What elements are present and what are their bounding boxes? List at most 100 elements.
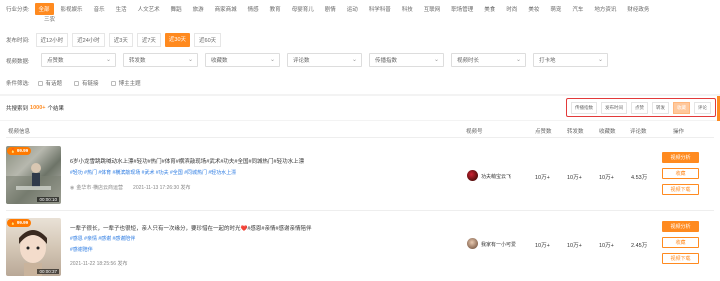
checkbox-icon[interactable] [37, 80, 43, 86]
condition-options: 有话题 有链接 博主主题 [37, 79, 153, 87]
industry-chip[interactable]: 时尚 [502, 3, 521, 15]
filter-select-label: 转发数 [129, 58, 146, 64]
video-title[interactable]: 6岁小龙雪跳跳喊动水上漂#轻功#热门#体育#横滨敲现场#武术#功夫#全国#同城热… [70, 157, 304, 165]
sort-button[interactable]: 收藏 [673, 101, 690, 114]
video-title[interactable]: 一辈子很长，一辈子也很短，亲人只有一次缘分，要珍惜在一起的时光❤️#感恩#亲情#… [70, 224, 312, 232]
time-chip[interactable]: 近24小时 [72, 33, 105, 47]
time-chips: 近12小时 近24小时 近3天 近7天 近30天 近60天 [35, 33, 226, 47]
time-chip[interactable]: 近60天 [194, 33, 222, 47]
video-date: 2021-11-13 17:26:30 发布 [133, 185, 191, 191]
industry-chip[interactable]: 教育 [266, 3, 285, 15]
video-date: 2021-11-22 18:25:56 发布 [70, 261, 128, 267]
industry-chip[interactable]: 人文艺术 [134, 3, 164, 15]
industry-chip[interactable]: 旅游 [189, 3, 208, 15]
industry-chip[interactable]: 生活 [112, 3, 131, 15]
account-name[interactable]: 我家有一小可爱 [481, 241, 516, 248]
video-tags[interactable]: #轻功 #热门 #体育 #横滨敲现场 #武术 #功夫 #全国 #同城热门 #轻功… [70, 169, 236, 176]
analyze-button[interactable]: 视频分析 [662, 221, 699, 232]
filter-select[interactable]: 评论数 ⌄ [287, 53, 362, 67]
analyze-button[interactable]: 视频分析 [662, 152, 699, 163]
results-suffix: 个结果 [47, 106, 64, 112]
industry-chip[interactable]: 剧情 [321, 3, 340, 15]
condition-option[interactable]: 博主主题 [110, 79, 141, 87]
filter-select[interactable]: 视频时长 ⌄ [451, 53, 526, 67]
sort-button[interactable]: 传播指数 [571, 101, 597, 114]
filter-select-label: 打卡地 [539, 58, 556, 64]
video-thumbnail[interactable]: 🔥 99.99 00:00:10 [6, 146, 61, 204]
th-actions: 操作 [673, 129, 685, 135]
industry-chip[interactable]: 母婴育儿 [288, 3, 318, 15]
industry-chip[interactable]: 科学科普 [365, 3, 395, 15]
industry-row2: 三农 [41, 14, 63, 24]
industry-chip[interactable]: 运动 [343, 3, 362, 15]
chevron-down-icon: ⌄ [105, 57, 111, 63]
filter-select[interactable]: 点赞数 ⌄ [41, 53, 116, 67]
industry-chip[interactable]: 美妆 [524, 3, 543, 15]
filter-select[interactable]: 打卡地 ⌄ [533, 53, 608, 67]
favorite-button[interactable]: 收藏 [662, 168, 699, 179]
filter-panel: 行业分类: 全部 影视娱乐 音乐 生活 人文艺术 舞蹈 旅游 商家商城 情感 教育 母婴育儿 剧情 运动… [0, 0, 720, 94]
filter-select[interactable]: 收藏数 ⌄ [205, 53, 280, 67]
comments-count: 4.53万 [631, 175, 648, 181]
score-badge: 🔥 99.99 [7, 219, 32, 227]
industry-chip[interactable]: 三农 [41, 14, 58, 24]
sort-button[interactable]: 评论 [694, 101, 711, 114]
row-divider [6, 210, 714, 211]
condition-option[interactable]: 有链接 [74, 79, 99, 87]
download-button[interactable]: 视频下载 [662, 184, 699, 195]
th-shares: 转发数 [567, 129, 584, 135]
sort-options: 传播指数 发布时间 点赞 转发 收藏 评论 [566, 98, 716, 117]
time-chip[interactable]: 近30天 [164, 33, 191, 47]
account-name[interactable]: 功夫萌宝云飞 [481, 173, 511, 180]
industry-chip[interactable]: 科技 [398, 3, 417, 15]
account-avatar[interactable] [467, 170, 478, 181]
industry-chip[interactable]: 汽车 [568, 3, 587, 15]
condition-option-label: 博主主题 [118, 81, 141, 87]
sort-button[interactable]: 点赞 [631, 101, 648, 114]
industry-chip[interactable]: 财经政务 [623, 3, 653, 15]
filter-select-label: 收藏数 [211, 58, 228, 64]
time-chip[interactable]: 近7天 [136, 33, 161, 47]
condition-row: 条件筛选: 有话题 有链接 博主主题 [6, 79, 153, 87]
filter-select[interactable]: 传播指数 ⌄ [369, 53, 444, 67]
comments-count: 2.45万 [631, 243, 648, 249]
checkbox-icon[interactable] [74, 80, 80, 86]
checkbox-icon[interactable] [110, 80, 116, 86]
download-button[interactable]: 视频下载 [662, 253, 699, 264]
score-value: 99.99 [16, 148, 29, 153]
chevron-down-icon: ⌄ [597, 57, 603, 63]
likes-count: 10万+ [535, 175, 550, 181]
industry-chip[interactable]: 地方资讯 [590, 3, 620, 15]
video-tags-2[interactable]: #感谢陪伴 [70, 246, 93, 253]
favorite-button[interactable]: 收藏 [662, 237, 699, 248]
score-badge: 🔥 99.99 [7, 147, 32, 155]
sort-button[interactable]: 转发 [652, 101, 669, 114]
th-account: 视频号 [466, 129, 483, 135]
industry-chip[interactable]: 舞蹈 [167, 3, 186, 15]
duration-badge: 00:00:10 [37, 197, 59, 202]
condition-option-label: 有话题 [45, 81, 63, 87]
chevron-down-icon: ⌄ [351, 57, 357, 63]
industry-chip[interactable]: 职场管理 [447, 3, 477, 15]
video-tags[interactable]: #感恩 #亲情 #感谢 #感谢陪伴 [70, 235, 135, 242]
sort-button[interactable]: 发布时间 [601, 101, 627, 114]
th-video-info: 视频信息 [8, 129, 31, 135]
industry-chip[interactable]: 情感 [244, 3, 263, 15]
duration-badge: 00:00:37 [37, 269, 59, 274]
results-count: 共搜索到 1000+ 个结果 [6, 104, 64, 112]
condition-option[interactable]: 有话题 [37, 79, 63, 87]
industry-chip[interactable]: 萌宠 [546, 3, 565, 15]
video-thumbnail[interactable]: 🔥 99.99 00:00:37 [6, 218, 61, 276]
th-comments: 评论数 [630, 129, 647, 135]
industry-chip[interactable]: 商家商城 [211, 3, 241, 15]
data-filter-label: 视频数据: [6, 59, 30, 65]
time-chip[interactable]: 近12小时 [35, 33, 69, 47]
time-chip[interactable]: 近3天 [108, 33, 133, 47]
industry-chip[interactable]: 互联网 [420, 3, 445, 15]
industry-chip[interactable]: 美食 [480, 3, 499, 15]
industry-chip[interactable]: 音乐 [90, 3, 109, 15]
filter-select[interactable]: 转发数 ⌄ [123, 53, 198, 67]
chevron-down-icon: ⌄ [187, 57, 193, 63]
publish-time-row: 发布时间: 近12小时 近24小时 近3天 近7天 近30天 近60天 [6, 33, 225, 47]
account-avatar[interactable] [467, 238, 478, 249]
